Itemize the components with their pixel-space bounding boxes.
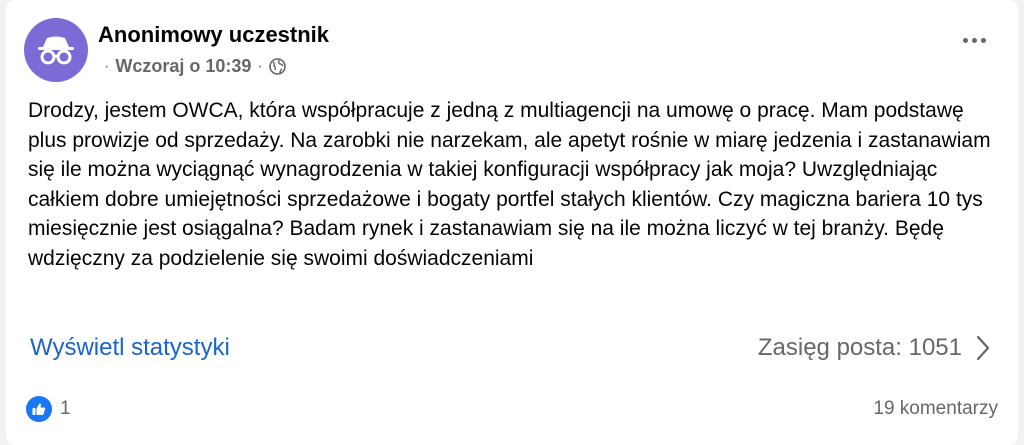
reactions-summary[interactable]: 1 xyxy=(26,396,71,422)
more-options-button[interactable] xyxy=(963,38,986,43)
post-card: Anonimowy uczestnik · Wczoraj o 10:39 · … xyxy=(6,0,1018,445)
like-icon xyxy=(26,396,52,422)
dot-icon xyxy=(981,38,986,43)
avatar[interactable] xyxy=(24,18,88,82)
dot-icon xyxy=(972,38,977,43)
view-stats-link[interactable]: Wyświetl statystyki xyxy=(30,334,230,362)
post-reach[interactable]: Zasięg posta: 1051 xyxy=(758,334,990,362)
dot-icon xyxy=(963,38,968,43)
comments-count[interactable]: 19 komentarzy xyxy=(873,398,998,420)
author-name[interactable]: Anonimowy uczestnik xyxy=(98,22,329,48)
incognito-icon xyxy=(38,36,74,65)
chevron-right-icon xyxy=(976,335,990,361)
globe-icon xyxy=(268,58,286,75)
reach-label: Zasięg posta: 1051 xyxy=(757,334,962,361)
post-timestamp[interactable]: Wczoraj o 10:39 xyxy=(115,56,251,77)
meta-separator-2: · xyxy=(257,57,263,75)
meta-separator: · xyxy=(104,57,110,75)
post-text: Drodzy, jestem OWCA, która współpracuje … xyxy=(28,99,991,270)
post-meta: · Wczoraj o 10:39 · xyxy=(104,56,286,77)
like-count: 1 xyxy=(60,398,71,419)
